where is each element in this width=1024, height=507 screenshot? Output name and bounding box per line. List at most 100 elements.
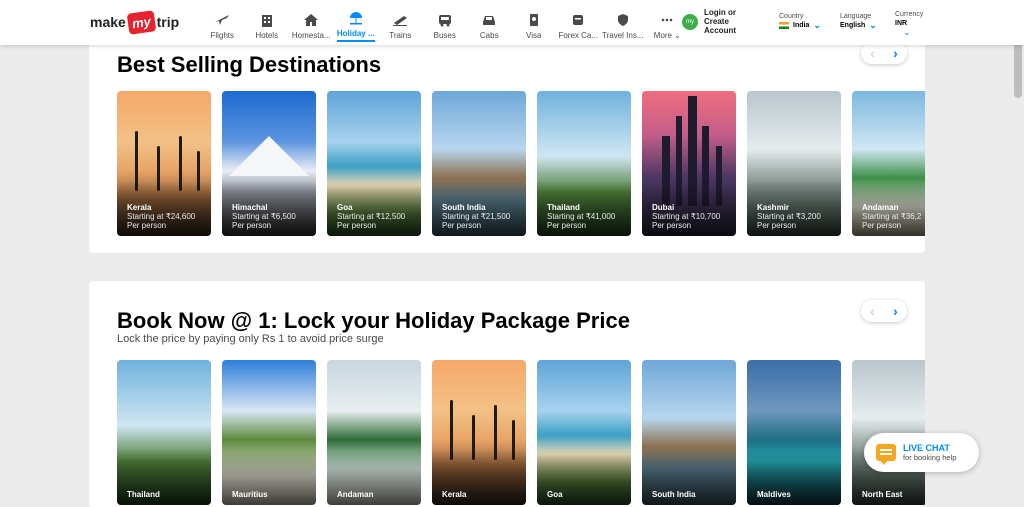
destination-tile[interactable]: Goa <box>537 360 631 505</box>
destination-tile[interactable]: Andaman Starting at ₹36,2 Per person <box>852 91 925 236</box>
tile-info: Goa <box>547 490 563 499</box>
destination-price: Starting at ₹6,500 <box>232 212 296 221</box>
chevron-right-icon[interactable]: › <box>884 42 907 64</box>
destination-name: Thailand <box>127 490 160 499</box>
price-unit: Per person <box>547 221 587 230</box>
destination-tile[interactable]: Goa Starting at ₹12,500 Per person <box>327 91 421 236</box>
destination-name: Thailand <box>547 203 580 212</box>
plane-icon <box>215 15 230 25</box>
nav-flights[interactable]: Flights <box>200 4 245 42</box>
destination-tile[interactable]: Dubai Starting at ₹10,700 Per person <box>642 91 736 236</box>
destination-tile[interactable]: Mauritius <box>222 360 316 505</box>
destination-name: North East <box>862 490 903 499</box>
live-chat-button[interactable]: LIVE CHAT for booking help <box>864 433 979 472</box>
nav-trains[interactable]: Trains <box>378 4 423 42</box>
destination-tile[interactable]: Maldives <box>747 360 841 505</box>
price-unit: Per person <box>442 221 482 230</box>
login-line1: Login or <box>704 8 736 17</box>
train-icon <box>393 16 408 26</box>
currency-label: Currency <box>895 11 924 18</box>
destination-price: Starting at ₹10,700 <box>652 212 721 221</box>
price-unit: Per person <box>232 221 272 230</box>
tile-info: Maldives <box>757 490 791 499</box>
destination-tile[interactable]: Andaman <box>327 360 421 505</box>
price-unit: Per person <box>757 221 797 230</box>
destination-name: Kerala <box>127 203 152 212</box>
tile-info: Kerala Starting at ₹24,600 Per person <box>127 203 195 230</box>
destination-name: Kerala <box>442 490 467 499</box>
tile-info: Goa Starting at ₹12,500 Per person <box>337 203 405 230</box>
tile-info: North East <box>862 490 902 499</box>
nav-label: Forex Ca... <box>558 31 599 40</box>
logo-make: make <box>90 14 126 30</box>
nav-hotels[interactable]: Hotels <box>245 4 290 42</box>
price-unit: Per person <box>127 221 167 230</box>
tile-info: South India <box>652 490 696 499</box>
page-scrollbar[interactable] <box>1014 38 1022 98</box>
section-title: Book Now @ 1: Lock your Holiday Package … <box>117 308 630 333</box>
destination-tile[interactable]: Himachal Starting at ₹6,500 Per person <box>222 91 316 236</box>
destination-tile[interactable]: South India <box>642 360 736 505</box>
nav-forex-card[interactable]: Forex Ca... <box>556 4 601 42</box>
visa-icon <box>529 14 538 26</box>
destination-price: Starting at ₹24,600 <box>127 212 196 221</box>
destination-name: Maldives <box>757 490 791 499</box>
nav-label: Cabs <box>479 31 499 40</box>
chevron-left-icon[interactable]: ‹ <box>861 300 884 322</box>
more-label: More <box>653 31 673 40</box>
chevron-down-icon: ⌄ <box>869 20 877 30</box>
destination-tile[interactable]: Kashmir Starting at ₹3,200 Per person <box>747 91 841 236</box>
nav-holiday-packages[interactable]: Holiday ... <box>334 4 379 42</box>
destination-tile[interactable]: Thailand Starting at ₹41,000 Per person <box>537 91 631 236</box>
country-selector[interactable]: Country India ⌄ <box>779 12 821 30</box>
main-nav: Flights Hotels Homesta... Holiday ... Tr… <box>200 4 690 42</box>
login-button[interactable]: my Login or Create Account <box>682 8 744 35</box>
nav-cabs[interactable]: Cabs <box>467 4 512 42</box>
india-flag-icon <box>779 22 789 29</box>
destination-tile[interactable]: South India Starting at ₹21,500 Per person <box>432 91 526 236</box>
section-subtitle: Lock the price by paying only Rs 1 to av… <box>117 333 384 345</box>
chevron-right-icon[interactable]: › <box>884 300 907 322</box>
language-selector[interactable]: Language English ⌄ <box>840 12 877 30</box>
nav-buses[interactable]: Buses <box>423 4 468 42</box>
chevron-down-icon: ⌄ <box>813 20 821 30</box>
avatar: my <box>682 13 698 30</box>
destination-name: South India <box>652 490 696 499</box>
nav-label: Hotels <box>255 31 279 40</box>
live-chat-title: LIVE CHAT <box>903 443 950 453</box>
chevron-down-icon: ⌄ <box>903 27 911 37</box>
holiday-icon <box>349 12 362 25</box>
nav-travel-insurance[interactable]: Travel Ins... <box>601 4 646 42</box>
login-text: Login or Create Account <box>704 8 744 35</box>
book-now-section: Book Now @ 1: Lock your Holiday Package … <box>89 281 925 507</box>
logo-trip: trip <box>156 14 180 30</box>
destination-price: Starting at ₹41,000 <box>547 212 616 221</box>
price-unit: Per person <box>862 221 902 230</box>
nav-visa[interactable]: Visa <box>512 4 557 42</box>
destination-tile[interactable]: Kerala <box>432 360 526 505</box>
destination-name: Dubai <box>652 203 675 212</box>
destination-tile[interactable]: Kerala Starting at ₹24,600 Per person <box>117 91 211 236</box>
destination-tile[interactable]: Thailand <box>117 360 211 505</box>
nav-homestays[interactable]: Homesta... <box>289 4 334 42</box>
snow-peak <box>229 136 309 176</box>
destination-price: Starting at ₹12,500 <box>337 212 406 221</box>
top-header: make my trip Flights Hotels Homesta... H… <box>0 0 1024 45</box>
chevron-left-icon[interactable]: ‹ <box>861 42 884 64</box>
destination-name: Andaman <box>862 203 899 212</box>
nav-label: Flights <box>210 31 235 40</box>
destination-name: Andaman <box>337 490 374 499</box>
destination-name: South India <box>442 203 486 212</box>
tile-info: Andaman <box>337 490 373 499</box>
destination-price: Starting at ₹3,200 <box>757 212 821 221</box>
nav-label: Travel Ins... <box>602 31 644 40</box>
tile-info: South India Starting at ₹21,500 Per person <box>442 203 510 230</box>
makemytrip-logo[interactable]: make my trip <box>90 9 179 35</box>
country-value: India <box>793 22 810 29</box>
section-title: Best Selling Destinations <box>117 52 382 77</box>
destination-name: Kashmir <box>757 203 790 212</box>
price-unit: Per person <box>652 221 692 230</box>
nav-label: More ⌄ <box>654 31 681 42</box>
cab-icon <box>483 16 496 25</box>
currency-selector[interactable]: Currency INR ⌄ <box>895 10 923 37</box>
